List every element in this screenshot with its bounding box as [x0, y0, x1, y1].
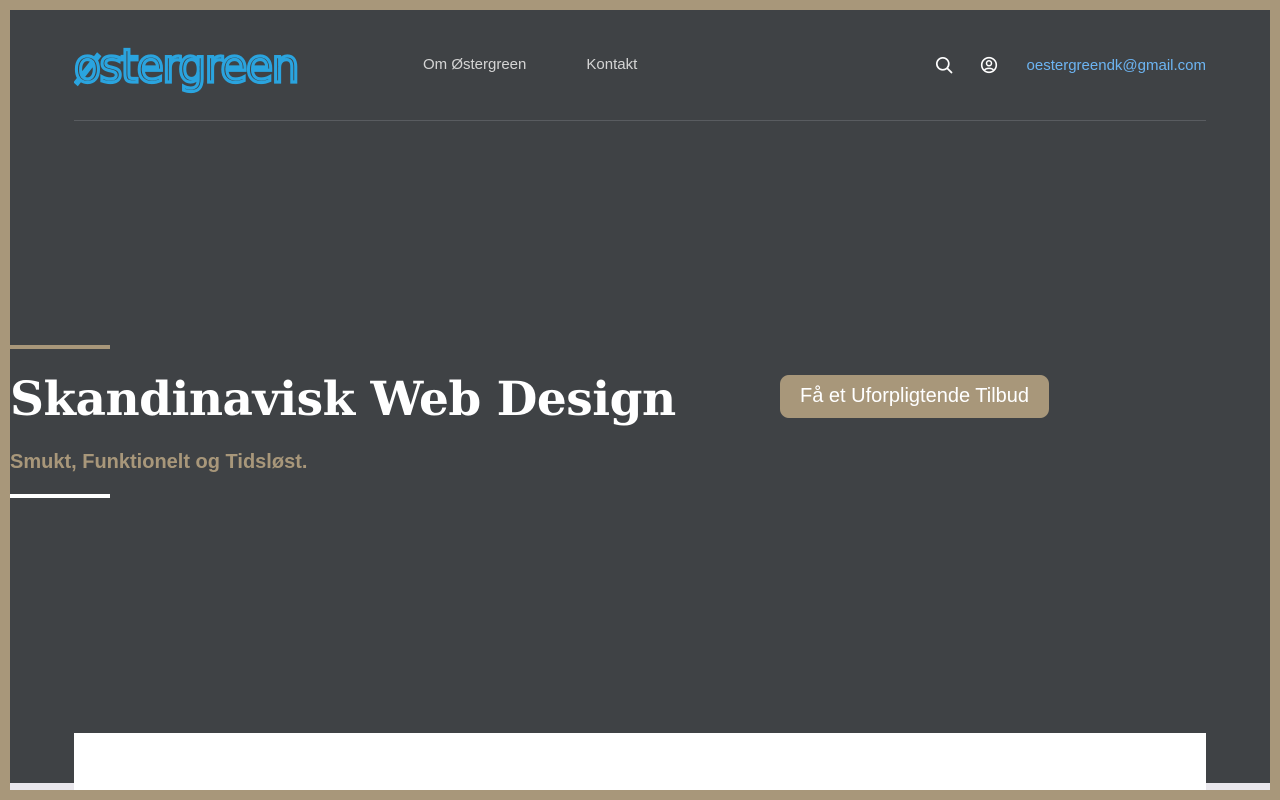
user-circle-icon [980, 56, 997, 74]
email-link[interactable]: oestergreendk@gmail.com [1027, 57, 1206, 74]
search-button[interactable] [934, 55, 954, 75]
search-icon [935, 56, 952, 74]
get-quote-button[interactable]: Få et Uforpligtende Tilbud [780, 375, 1050, 418]
main-nav: Om Østergreen Kontakt [423, 56, 637, 74]
content-card [74, 733, 1206, 790]
site-logo[interactable]: østergreen [74, 44, 300, 94]
hero-title: Skandinavisk Web Design [10, 372, 676, 427]
account-button[interactable] [979, 55, 999, 75]
logo-text: østergreen [74, 44, 298, 93]
site-header: østergreen Om Østergreen Kontakt oesterg… [74, 10, 1206, 121]
logo-image: østergreen [74, 44, 300, 94]
nav-item-kontakt[interactable]: Kontakt [586, 56, 637, 74]
header-actions: oestergreendk@gmail.com [934, 54, 1206, 76]
nav-item-om-ostergreen[interactable]: Om Østergreen [423, 56, 526, 74]
hero-subtitle: Smukt, Funktionelt og Tidsløst. [10, 451, 308, 473]
accent-bar-top [10, 345, 110, 349]
page-frame: østergreen Om Østergreen Kontakt oesterg… [10, 10, 1270, 790]
accent-bar-bottom [10, 494, 110, 498]
